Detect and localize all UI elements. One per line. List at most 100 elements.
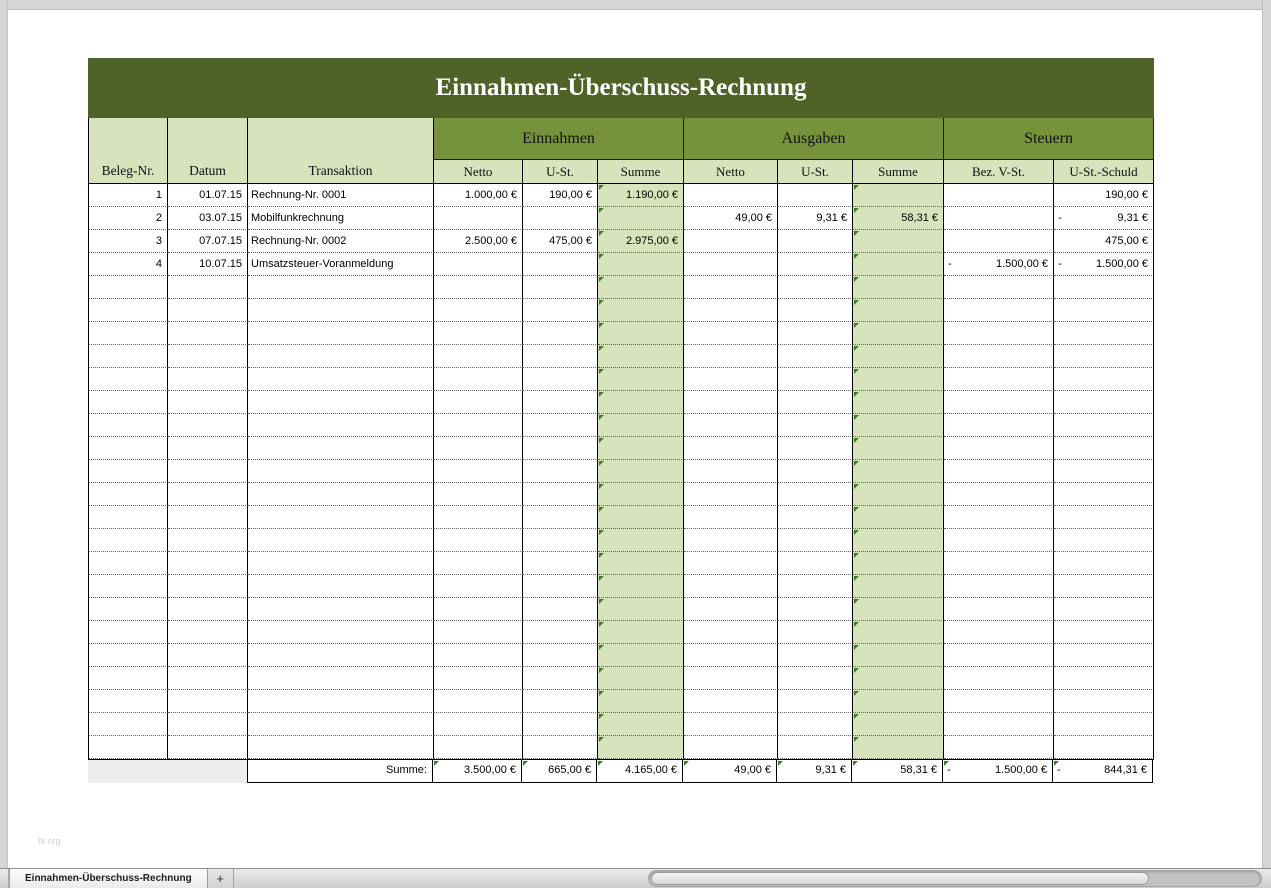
cell-bez_vst[interactable] xyxy=(944,184,1054,207)
cell-a_netto[interactable] xyxy=(684,437,778,460)
cell-e_ust[interactable]: 475,00 € xyxy=(523,230,598,253)
cell-transaktion[interactable] xyxy=(248,276,434,299)
cell-a_netto[interactable] xyxy=(684,736,778,759)
cell-e_ust[interactable] xyxy=(523,644,598,667)
cell-bez_vst[interactable] xyxy=(944,368,1054,391)
cell-ust_schuld[interactable] xyxy=(1054,345,1154,368)
cell-a_summe[interactable] xyxy=(853,230,944,253)
cell-a_ust[interactable] xyxy=(778,299,853,322)
cell-e_summe[interactable] xyxy=(598,483,684,506)
summary-blank-beleg[interactable] xyxy=(88,760,167,783)
cell-bez_vst[interactable] xyxy=(944,460,1054,483)
cell-a_netto[interactable] xyxy=(684,506,778,529)
cell-a_netto[interactable] xyxy=(684,575,778,598)
cell-e_netto[interactable] xyxy=(434,529,523,552)
cell-a_ust[interactable] xyxy=(778,368,853,391)
cell-e_summe[interactable] xyxy=(598,690,684,713)
cell-e_ust[interactable] xyxy=(523,667,598,690)
cell-e_summe[interactable] xyxy=(598,713,684,736)
cell-transaktion[interactable] xyxy=(248,368,434,391)
cell-e_summe[interactable]: 1.190,00 € xyxy=(598,184,684,207)
cell-transaktion[interactable] xyxy=(248,690,434,713)
cell-a_ust[interactable] xyxy=(778,414,853,437)
cell-a_summe[interactable] xyxy=(853,506,944,529)
cell-bez_vst[interactable] xyxy=(944,552,1054,575)
cell-transaktion[interactable]: Rechnung-Nr. 0002 xyxy=(248,230,434,253)
cell-datum[interactable] xyxy=(168,368,248,391)
cell-e_ust[interactable] xyxy=(523,529,598,552)
cell-transaktion[interactable] xyxy=(248,322,434,345)
group-header-ausgaben[interactable]: Ausgaben xyxy=(684,118,944,160)
cell-datum[interactable] xyxy=(168,460,248,483)
cell-e_ust[interactable] xyxy=(523,460,598,483)
cell-a_summe[interactable] xyxy=(853,644,944,667)
cell-bez_vst[interactable] xyxy=(944,391,1054,414)
cell-e_netto[interactable] xyxy=(434,713,523,736)
cell-beleg[interactable] xyxy=(89,299,168,322)
cell-e_ust[interactable] xyxy=(523,690,598,713)
cell-e_summe[interactable] xyxy=(598,598,684,621)
cell-ust_schuld[interactable] xyxy=(1054,529,1154,552)
cell-a_netto[interactable] xyxy=(684,460,778,483)
cell-datum[interactable] xyxy=(168,529,248,552)
cell-bez_vst[interactable] xyxy=(944,506,1054,529)
cell-beleg[interactable] xyxy=(89,391,168,414)
cell-e_ust[interactable]: 190,00 € xyxy=(523,184,598,207)
cell-ust_schuld[interactable]: 190,00 € xyxy=(1054,184,1154,207)
cell-ust_schuld[interactable] xyxy=(1054,690,1154,713)
cell-e_netto[interactable] xyxy=(434,667,523,690)
cell-e_netto[interactable] xyxy=(434,414,523,437)
cell-datum[interactable] xyxy=(168,736,248,759)
cell-a_ust[interactable] xyxy=(778,322,853,345)
cell-a_netto[interactable] xyxy=(684,253,778,276)
cell-ust_schuld[interactable] xyxy=(1054,322,1154,345)
cell-a_summe[interactable] xyxy=(853,253,944,276)
summary-ust-schuld[interactable]: - 844,31 € xyxy=(1053,760,1153,783)
cell-bez_vst[interactable] xyxy=(944,644,1054,667)
cell-a_netto[interactable] xyxy=(684,690,778,713)
col-header-ausgaben-ust[interactable]: U-St. xyxy=(778,160,853,184)
cell-beleg[interactable] xyxy=(89,690,168,713)
cell-transaktion[interactable] xyxy=(248,598,434,621)
cell-e_netto[interactable] xyxy=(434,506,523,529)
horizontal-scrollbar[interactable] xyxy=(648,870,1262,887)
cell-beleg[interactable] xyxy=(89,506,168,529)
cell-a_netto[interactable] xyxy=(684,667,778,690)
cell-bez_vst[interactable] xyxy=(944,414,1054,437)
cell-bez_vst[interactable] xyxy=(944,667,1054,690)
cell-a_netto[interactable] xyxy=(684,276,778,299)
cell-e_summe[interactable] xyxy=(598,736,684,759)
cell-datum[interactable]: 10.07.15 xyxy=(168,253,248,276)
cell-beleg[interactable]: 4 xyxy=(89,253,168,276)
col-header-einnahmen-netto[interactable]: Netto xyxy=(434,160,523,184)
cell-e_netto[interactable] xyxy=(434,621,523,644)
cell-ust_schuld[interactable] xyxy=(1054,644,1154,667)
cell-beleg[interactable] xyxy=(89,483,168,506)
cell-a_summe[interactable] xyxy=(853,460,944,483)
cell-beleg[interactable] xyxy=(89,322,168,345)
cell-e_summe[interactable] xyxy=(598,322,684,345)
cell-a_ust[interactable] xyxy=(778,184,853,207)
cell-beleg[interactable] xyxy=(89,598,168,621)
cell-e_summe[interactable] xyxy=(598,529,684,552)
cell-transaktion[interactable] xyxy=(248,299,434,322)
cell-e_netto[interactable] xyxy=(434,276,523,299)
cell-datum[interactable] xyxy=(168,506,248,529)
cell-a_ust[interactable] xyxy=(778,437,853,460)
cell-e_netto[interactable] xyxy=(434,736,523,759)
cell-datum[interactable] xyxy=(168,690,248,713)
cell-a_netto[interactable] xyxy=(684,322,778,345)
cell-a_summe[interactable] xyxy=(853,529,944,552)
cell-e_ust[interactable] xyxy=(523,207,598,230)
group-header-steuern[interactable]: Steuern xyxy=(944,118,1154,160)
col-header-beleg-nr[interactable]: Beleg-Nr. xyxy=(89,118,168,184)
cell-transaktion[interactable]: Rechnung-Nr. 0001 xyxy=(248,184,434,207)
cell-bez_vst[interactable] xyxy=(944,483,1054,506)
cell-e_netto[interactable] xyxy=(434,322,523,345)
cell-bez_vst[interactable] xyxy=(944,598,1054,621)
cell-ust_schuld[interactable]: -9,31 € xyxy=(1054,207,1154,230)
cell-e_netto[interactable] xyxy=(434,598,523,621)
cell-a_summe[interactable] xyxy=(853,552,944,575)
cell-e_ust[interactable] xyxy=(523,299,598,322)
cell-e_summe[interactable] xyxy=(598,276,684,299)
